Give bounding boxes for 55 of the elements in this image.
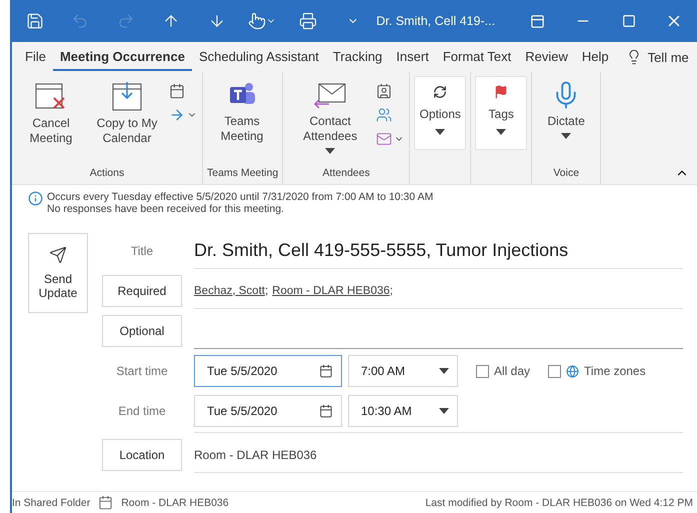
time-zones-checkbox[interactable]: Time zones xyxy=(548,364,646,378)
start-time-label: Start time xyxy=(115,363,169,380)
group-label: Actions xyxy=(88,167,126,181)
ribbon-tab[interactable]: Insert xyxy=(389,43,436,71)
ribbon-button[interactable]: Contact Attendees xyxy=(287,76,374,167)
window-title: Dr. Smith, Cell 419-... xyxy=(376,14,496,28)
required-button[interactable]: Required xyxy=(102,275,182,307)
ribbon-tab[interactable]: Review xyxy=(518,43,575,71)
location-field[interactable]: Room - DLAR HEB036 xyxy=(194,437,683,473)
calendar-down-arrow-icon xyxy=(111,80,143,112)
info-message: No responses have been received for this meeting. xyxy=(47,203,285,215)
location-button[interactable]: Location xyxy=(102,439,182,471)
folder-label: In Shared Folder xyxy=(12,496,90,508)
end-time-label: End time xyxy=(117,403,167,420)
group-label: Teams Meeting xyxy=(207,167,278,181)
folder-name: Room - DLAR HEB036 xyxy=(121,496,229,508)
title-label: Title xyxy=(130,243,154,260)
envelope-icon xyxy=(376,131,392,147)
send-icon xyxy=(49,246,67,264)
ribbon-tab[interactable]: Tracking xyxy=(326,43,390,71)
separator-text: ; xyxy=(264,284,268,296)
info-message: Occurs every Tuesday effective 5/5/2020 until 7/31/2020 from 7:00 AM to 10:30 AM xyxy=(47,191,434,203)
ribbon-button[interactable]: Copy to My Calendar xyxy=(88,76,166,167)
flag-icon xyxy=(494,85,508,99)
shared-calendar-icon xyxy=(98,495,114,510)
end-time-dropdown[interactable]: 10:30 AM xyxy=(348,394,458,426)
start-date-field[interactable]: Tue 5/5/2020 xyxy=(194,355,342,387)
ribbon-button[interactable]: Cancel Meeting xyxy=(16,76,86,167)
all-day-checkbox[interactable]: All day xyxy=(476,364,530,378)
required-field[interactable]: Bechaz, Scott; Room - DLAR HEB036; xyxy=(194,273,683,309)
ribbon-tab[interactable]: Format Text xyxy=(436,43,518,71)
ribbon-button[interactable]: Dictate xyxy=(536,76,596,167)
separator-text: ; xyxy=(390,284,393,296)
info-icon xyxy=(28,191,43,206)
options-button[interactable]: Options xyxy=(414,76,466,150)
ribbon-tab[interactable]: Help xyxy=(574,43,616,71)
calendar-icon[interactable] xyxy=(319,364,333,378)
ribbon-button[interactable]: Teams Meeting xyxy=(207,76,277,167)
globe-icon xyxy=(566,364,580,378)
send-update-button[interactable]: Send Update xyxy=(28,233,88,313)
tags-button[interactable]: Tags xyxy=(475,76,528,150)
calendar-icon[interactable] xyxy=(319,404,333,418)
last-modified-text: Last modified by Room - DLAR HEB036 on Wed 4:12 PM xyxy=(425,496,693,508)
end-date-field[interactable]: Tue 5/5/2020 xyxy=(194,394,342,426)
start-time-dropdown[interactable]: 7:00 AM xyxy=(348,355,458,387)
optional-button[interactable]: Optional xyxy=(102,315,182,347)
group-label: Voice xyxy=(552,167,580,181)
attendee-link[interactable]: Room - DLAR HEB036 xyxy=(272,284,390,296)
ribbon-tab[interactable]: File xyxy=(18,43,53,71)
ribbon-tab[interactable]: Scheduling Assistant xyxy=(192,43,326,71)
title-field[interactable]: Dr. Smith, Cell 419-555-5555, Tumor Injections xyxy=(194,233,683,269)
group-label: Attendees xyxy=(322,167,371,181)
refresh-icon xyxy=(433,85,448,99)
tell-me-button[interactable]: Tell me xyxy=(620,48,695,66)
attendee-link[interactable]: Bechaz, Scott xyxy=(194,284,265,296)
